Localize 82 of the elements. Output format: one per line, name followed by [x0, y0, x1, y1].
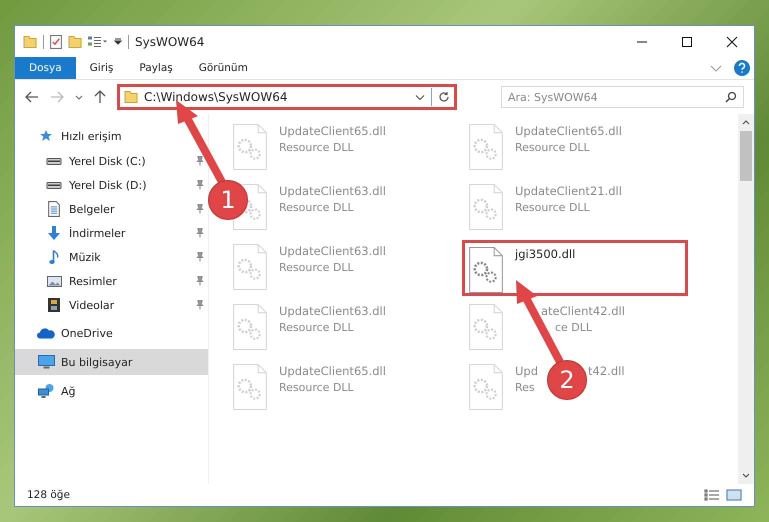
pin-icon[interactable]: [196, 204, 204, 214]
dropdown-icon[interactable]: [415, 94, 425, 100]
folder-icon: [124, 91, 138, 103]
sidebar-item[interactable]: Videolar: [15, 293, 208, 317]
item-count: 128 öğe: [27, 489, 70, 501]
sidebar-item[interactable]: Resimler: [15, 269, 208, 293]
sidebar-item[interactable]: Hızlı erişim: [15, 123, 208, 149]
refresh-icon[interactable]: [438, 91, 450, 103]
sidebar-item[interactable]: İndirmeler: [15, 221, 208, 245]
view-options-icon[interactable]: [88, 36, 108, 47]
help-icon[interactable]: [734, 60, 750, 76]
file-type: ce DLL: [555, 321, 592, 334]
sidebar-item[interactable]: Ağ: [15, 378, 208, 404]
file-type: Resource DLL: [279, 381, 354, 394]
star-icon: [39, 129, 53, 143]
sidebar-item[interactable]: Müzik: [15, 245, 208, 269]
file-name: Upd: [515, 364, 538, 378]
file-type: Resource DLL: [515, 201, 590, 214]
file-type: Resource DLL: [515, 141, 590, 154]
ribbon-tab[interactable]: Paylaş: [127, 57, 185, 79]
file-name: UpdateClient63.dll: [279, 244, 386, 258]
chevron-icon[interactable]: [710, 64, 722, 72]
sidebar-item[interactable]: Yerel Disk (C:): [15, 149, 208, 173]
pin-icon[interactable]: [196, 180, 204, 190]
file-type: Res: [515, 381, 535, 394]
scroll-up-icon[interactable]: [742, 120, 750, 125]
download-arrow-icon: [48, 226, 60, 240]
pin-icon[interactable]: [196, 276, 204, 286]
music-note-icon: [49, 250, 59, 264]
sidebar-item[interactable]: Yerel Disk (D:): [15, 173, 208, 197]
properties-icon[interactable]: [50, 34, 62, 48]
details-view-icon[interactable]: [704, 489, 720, 501]
pin-icon[interactable]: [196, 300, 204, 310]
file-name: UpdateClient65.dll: [279, 124, 386, 138]
sidebar-item[interactable]: Bu bilgisayar: [15, 349, 208, 375]
file-name: jgi3500.dll: [515, 247, 576, 261]
maximize-icon[interactable]: [681, 36, 693, 48]
window-title: SysWOW64: [135, 34, 204, 48]
file-name: UpdateClient21.dll: [515, 184, 622, 198]
address-field[interactable]: C:\Windows\SysWOW64: [117, 84, 457, 110]
network-icon: [38, 384, 54, 398]
monitor-icon: [38, 355, 54, 369]
back-icon[interactable]: [25, 91, 39, 103]
cloud-icon: [37, 328, 55, 338]
pin-icon[interactable]: [196, 228, 204, 238]
file-type: Resource DLL: [279, 261, 354, 274]
folder-icon[interactable]: [68, 36, 82, 48]
close-icon[interactable]: [726, 36, 738, 48]
sidebar-item[interactable]: Belgeler: [15, 197, 208, 221]
dropdown-icon[interactable]: [114, 38, 122, 45]
sidebar-item[interactable]: OneDrive: [15, 320, 208, 346]
recent-dropdown-icon[interactable]: [75, 94, 83, 100]
forward-icon[interactable]: [50, 91, 64, 103]
picture-icon: [46, 276, 62, 286]
scrollbar[interactable]: [738, 114, 754, 484]
search-field[interactable]: Ara: SysWOW64: [501, 86, 744, 108]
document-icon: [48, 201, 60, 217]
scroll-down-icon[interactable]: [742, 473, 750, 478]
gear-file-icon[interactable]: [469, 247, 503, 293]
scrollbar-thumb[interactable]: [740, 131, 752, 181]
file-name: t42.dll: [588, 364, 625, 378]
search-icon: [725, 91, 737, 103]
file-name: UpdateClient65.dll: [279, 364, 386, 378]
file-type: Resource DLL: [279, 321, 354, 334]
up-icon[interactable]: [94, 90, 106, 104]
ribbon-tab[interactable]: Giriş: [78, 57, 126, 79]
ribbon-tab[interactable]: Dosya: [15, 57, 76, 79]
film-icon: [48, 298, 60, 312]
file-type: Resource DLL: [279, 141, 354, 154]
large-icons-view-icon[interactable]: [726, 489, 742, 501]
pin-icon[interactable]: [196, 156, 204, 166]
folder-icon[interactable]: [23, 36, 37, 48]
minimize-icon[interactable]: [636, 40, 648, 42]
pin-icon[interactable]: [196, 252, 204, 262]
file-name: UpdateClient63.dll: [279, 184, 386, 198]
file-type: Resource DLL: [279, 201, 354, 214]
file-name: UpdateClient63.dll: [279, 304, 386, 318]
file-name: UpdateClient65.dll: [515, 124, 622, 138]
file-name: ateClient42.dll: [541, 304, 625, 318]
ribbon-tab[interactable]: Görünüm: [186, 57, 260, 79]
drive-icon: [46, 182, 62, 188]
drive-icon: [46, 158, 62, 164]
